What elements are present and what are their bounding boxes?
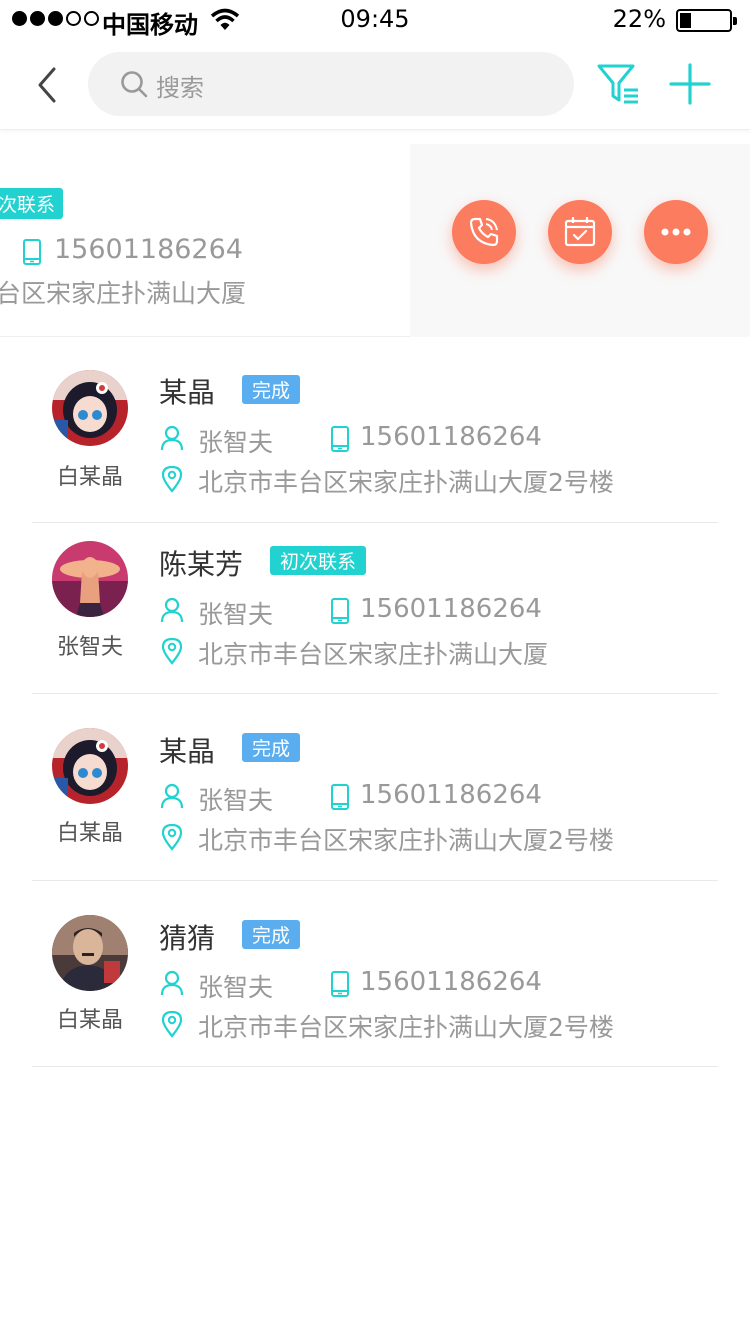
phone-number[interactable]: 15601186264 (54, 234, 243, 265)
contact-name: 陈某芳 (159, 548, 244, 581)
status-badge: 完成 (242, 920, 301, 949)
calendar-check-icon (564, 217, 596, 247)
call-button[interactable] (452, 200, 516, 264)
assignee-name: 张智夫 (198, 600, 274, 629)
status-bar: 中国移动 09:45 22% (0, 0, 750, 40)
list-item[interactable]: 白某晶 某晶 完成 张智夫 15601186264 北京市丰台区宋家庄扑满山大厦… (32, 694, 718, 881)
top-nav-bar: 搜索 (0, 40, 750, 130)
status-badge: 完成 (242, 375, 301, 404)
avatar-image (52, 915, 128, 991)
owner-name: 白某晶 (56, 821, 123, 846)
address-text: 北京市丰台区宋家庄扑满山大厦2号楼 (198, 468, 614, 497)
contact-name: 猜猜 (159, 922, 216, 955)
owner-name: 张智夫 (56, 635, 123, 660)
mobile-phone-icon (331, 426, 349, 452)
phone-number[interactable]: 15601186264 (360, 780, 542, 810)
address-text: 北京市丰台区宋家庄扑满山大厦 (198, 640, 549, 669)
location-pin-icon (161, 465, 183, 493)
owner-name: 白某晶 (56, 465, 123, 490)
list-item[interactable]: 白某晶 某晶 完成 张智夫 15601186264 北京市丰台区宋家庄扑满山大厦… (32, 337, 718, 523)
swiped-list-item: 次联系 15601186264 台区宋家庄扑满山大厦 (0, 144, 750, 337)
status-badge: 初次联系 (270, 546, 367, 575)
address-text: 北京市丰台区宋家庄扑满山大厦2号楼 (198, 1013, 614, 1042)
contact-name: 某晶 (159, 735, 216, 768)
phone-number[interactable]: 15601186264 (360, 422, 542, 452)
phone-number[interactable]: 15601186264 (360, 594, 542, 624)
search-input[interactable]: 搜索 (88, 52, 574, 116)
person-icon (160, 425, 184, 451)
more-dots-icon (661, 228, 691, 236)
list-item[interactable]: 白某晶 猜猜 完成 张智夫 15601186264 北京市丰台区宋家庄扑满山大厦… (32, 881, 718, 1067)
avatar-image (52, 728, 128, 804)
location-pin-icon (161, 823, 183, 851)
assignee-name: 张智夫 (198, 786, 274, 815)
search-icon (121, 71, 148, 98)
location-pin-icon (161, 637, 183, 665)
address-text: 北京市丰台区宋家庄扑满山大厦2号楼 (198, 826, 614, 855)
battery-percent: 22% (612, 5, 666, 33)
person-icon (160, 783, 184, 809)
address-text: 台区宋家庄扑满山大厦 (0, 279, 247, 308)
assignee-name: 张智夫 (198, 428, 274, 457)
back-chevron-icon[interactable] (30, 62, 64, 108)
swiped-item-content[interactable]: 次联系 15601186264 台区宋家庄扑满山大厦 (0, 144, 410, 337)
avatar-image (52, 541, 128, 617)
schedule-button[interactable] (548, 200, 612, 264)
avatar[interactable] (52, 370, 128, 446)
list-item[interactable]: 张智夫 陈某芳 初次联系 张智夫 15601186264 北京市丰台区宋家庄扑满… (32, 523, 718, 694)
filter-icon[interactable] (596, 62, 640, 106)
avatar-image (52, 370, 128, 446)
assignee-name: 张智夫 (198, 973, 274, 1002)
battery-icon (676, 9, 737, 32)
person-icon (160, 597, 184, 623)
status-badge: 完成 (242, 733, 301, 762)
location-pin-icon (161, 1010, 183, 1038)
search-placeholder: 搜索 (156, 74, 204, 102)
person-icon (160, 970, 184, 996)
avatar[interactable] (52, 728, 128, 804)
phone-call-icon (469, 217, 499, 247)
mobile-phone-icon (331, 784, 349, 810)
phone-number[interactable]: 15601186264 (360, 967, 542, 997)
avatar[interactable] (52, 915, 128, 991)
mobile-phone-icon (331, 971, 349, 997)
plus-icon[interactable] (668, 62, 712, 106)
contact-list: 白某晶 某晶 完成 张智夫 15601186264 北京市丰台区宋家庄扑满山大厦… (0, 337, 750, 1067)
more-button[interactable] (644, 200, 708, 264)
avatar[interactable] (52, 541, 128, 617)
contact-name: 某晶 (159, 376, 216, 409)
mobile-phone-icon (331, 598, 349, 624)
owner-name: 白某晶 (56, 1008, 123, 1033)
mobile-phone-icon (23, 239, 41, 265)
status-badge: 次联系 (0, 188, 64, 219)
